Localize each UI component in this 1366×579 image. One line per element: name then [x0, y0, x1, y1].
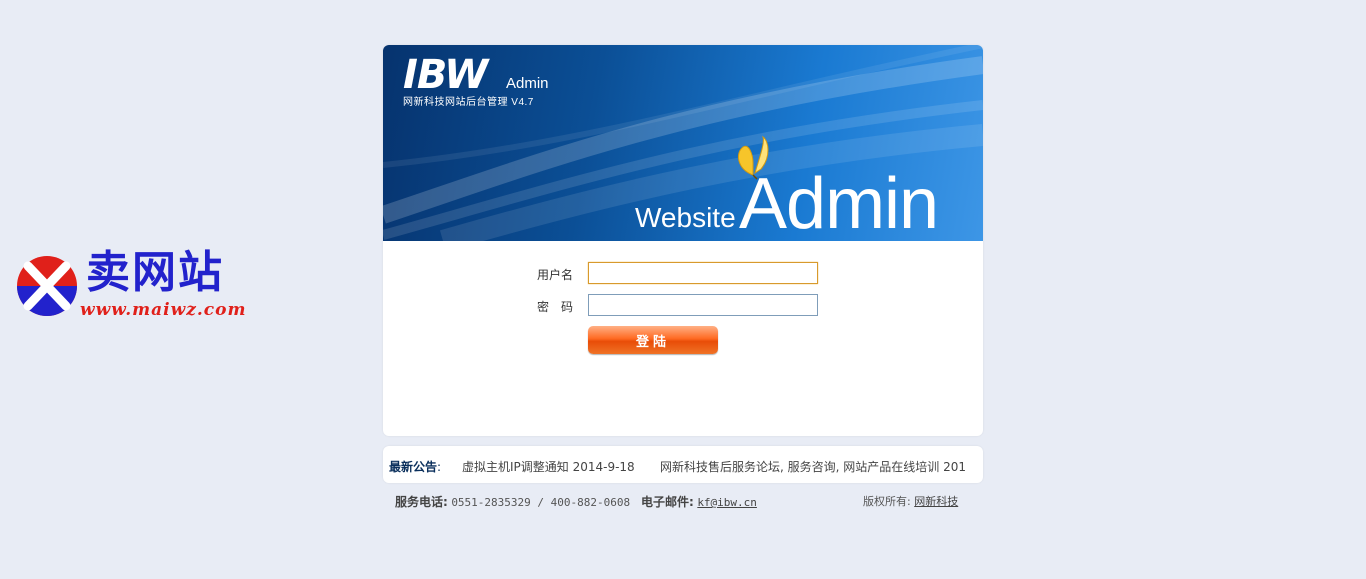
footer-email: 电子邮件: kf@ibw.cn — [641, 493, 757, 510]
brand-subtitle: 网新科技网站后台管理 V4.7 — [403, 97, 534, 108]
username-input[interactable] — [588, 262, 818, 284]
footer-phone: 服务电话: 0551-2835329 / 400-882-0608 — [395, 493, 630, 510]
footer-copyright: 版权所有: 网新科技 — [863, 493, 958, 509]
brand-suffix: Admin — [506, 75, 549, 92]
notice-label-text: 最新公告 — [389, 460, 438, 474]
password-input[interactable] — [588, 294, 818, 316]
watermark-url: www.maiwz.com — [80, 300, 247, 320]
hero-website-text: Website — [635, 202, 736, 233]
password-row: 密 码 — [383, 294, 983, 318]
phone-value: 0551-2835329 / 400-882-0608 — [451, 496, 631, 509]
brand-text: IBW — [403, 52, 488, 98]
header-banner: IBW Admin 网新科技网站后台管理 V4.7 Website Admin — [383, 45, 983, 241]
username-label: 用户名 — [536, 268, 573, 282]
page: 卖网站 www.maiwz.com IBW Admin 网新科技网站后台管理 V… — [0, 0, 1366, 579]
username-row: 用户名 — [383, 262, 983, 286]
brand-logo: IBW — [403, 52, 488, 98]
email-link[interactable]: kf@ibw.cn — [697, 496, 757, 509]
hero-admin-text: Admin — [739, 164, 939, 241]
copyright-label: 版权所有: — [863, 495, 911, 508]
phone-label: 服务电话: — [395, 495, 448, 509]
notice-colon: : — [437, 460, 442, 474]
watermark-logo: 卖网站 www.maiwz.com — [16, 248, 306, 328]
password-label: 密 码 — [536, 300, 573, 314]
notice-item-link[interactable]: 虚拟主机IP调整通知 2014-9-18 — [462, 458, 635, 475]
notice-bar: 最新公告: 虚拟主机IP调整通知 2014-9-18 网新科技售后服务论坛, 服… — [383, 446, 983, 483]
watermark-title: 卖网站 — [86, 247, 224, 298]
email-label: 电子邮件: — [641, 495, 694, 509]
notice-label: 最新公告: — [389, 458, 441, 475]
login-panel: IBW Admin 网新科技网站后台管理 V4.7 Website Admin … — [383, 45, 983, 436]
copyright-link[interactable]: 网新科技 — [914, 495, 958, 508]
login-button[interactable]: 登陆 — [588, 326, 718, 354]
x-logo-icon — [17, 256, 77, 316]
notice-item-link[interactable]: 网新科技售后服务论坛, 服务咨询, 网站产品在线培训 201 — [660, 458, 966, 475]
footer: 服务电话: 0551-2835329 / 400-882-0608 电子邮件: … — [383, 491, 983, 511]
